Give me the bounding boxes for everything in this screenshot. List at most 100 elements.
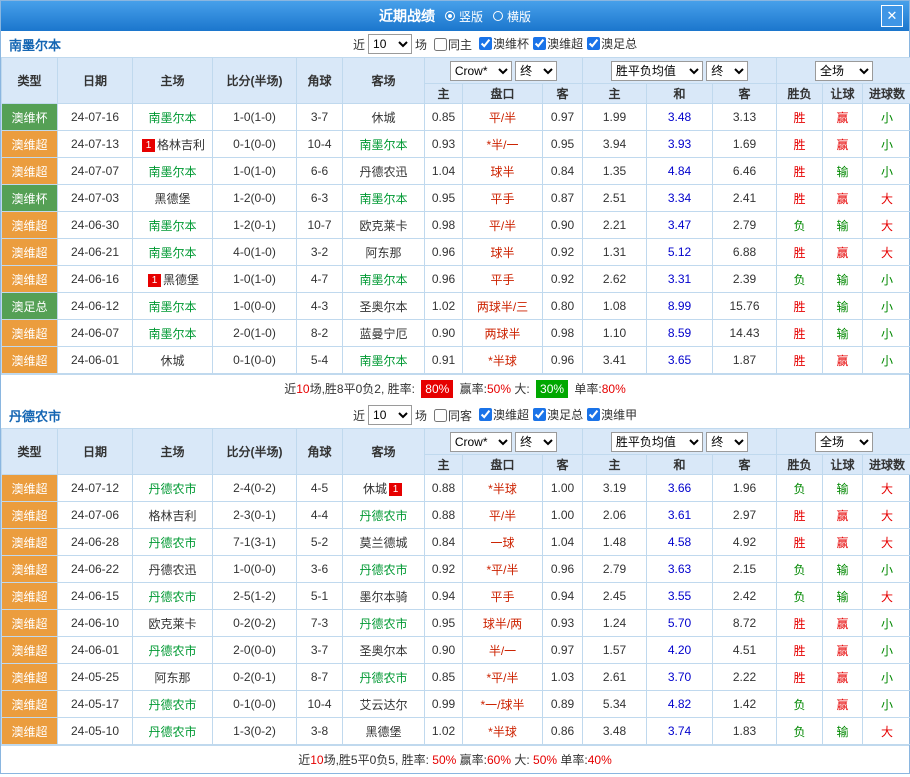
odds-time-select[interactable]: 终	[515, 61, 557, 81]
col-result: 胜负	[777, 84, 823, 104]
col-goals: 进球数	[863, 84, 910, 104]
avg-time-select[interactable]: 终	[706, 61, 748, 81]
home-team: 南墨尔本	[133, 293, 213, 320]
goals-over-under: 小	[863, 131, 910, 158]
league-checkbox[interactable]	[479, 37, 492, 50]
odds-away: 0.98	[543, 320, 583, 347]
same-venue-checkbox[interactable]	[434, 409, 447, 422]
layout-option-vertical[interactable]: 竖版	[445, 8, 483, 25]
table-header-row: 类型 日期 主场 比分(半场) 角球 客场 Crow* 终 胜平负均值 终	[2, 58, 910, 84]
summary-segment: 近	[298, 753, 310, 767]
match-row: 澳维超24-06-22丹德农迅1-0(0-0)3-6丹德农市0.92*平/半0.…	[2, 556, 910, 583]
league-checkbox[interactable]	[587, 408, 600, 421]
match-row: 澳维超24-07-12丹德农市2-4(0-2)4-5休城10.88*半球1.00…	[2, 475, 910, 502]
league-label: 澳维杯	[493, 35, 529, 52]
odds-home: 0.88	[425, 502, 463, 529]
handicap-line: 半/一	[463, 637, 543, 664]
col-corner: 角球	[297, 429, 343, 475]
league-type-badge: 澳维超	[2, 664, 58, 691]
scope-select[interactable]: 全场	[815, 61, 873, 81]
league-type-badge: 澳维超	[2, 502, 58, 529]
scope-header: 全场	[777, 429, 910, 455]
avg-source-header: 胜平负均值 终	[583, 58, 777, 84]
avg-away-odds: 15.76	[713, 293, 777, 320]
league-checkbox[interactable]	[533, 408, 546, 421]
score-halftime: 1-2(0-0)	[213, 185, 297, 212]
league-type-badge: 澳维杯	[2, 104, 58, 131]
summary-segment: 单率:	[557, 753, 588, 767]
league-type-badge: 澳维超	[2, 239, 58, 266]
summary-segment: 50%	[487, 382, 511, 396]
handicap-line: 一球	[463, 529, 543, 556]
corners: 3-7	[297, 104, 343, 131]
bookmaker-select[interactable]: Crow*	[450, 61, 512, 81]
goals-over-under: 大	[863, 583, 910, 610]
col-type: 类型	[2, 58, 58, 104]
avg-source-select[interactable]: 胜平负均值	[611, 432, 703, 452]
away-team: 丹德农迅	[343, 158, 425, 185]
away-team: 阿东那	[343, 239, 425, 266]
league-checkbox[interactable]	[479, 408, 492, 421]
win-loss-result: 胜	[777, 239, 823, 266]
league-filter-checkbox[interactable]: 澳维超	[475, 406, 529, 423]
col-score: 比分(半场)	[213, 58, 297, 104]
handicap-result: 赢	[823, 185, 863, 212]
home-team: 南墨尔本	[133, 104, 213, 131]
score-halftime: 7-1(3-1)	[213, 529, 297, 556]
odds-time-select[interactable]: 终	[515, 432, 557, 452]
handicap-result: 输	[823, 583, 863, 610]
league-checkbox[interactable]	[533, 37, 546, 50]
summary-segment: 80%	[421, 380, 453, 398]
matches-label: 场	[415, 407, 427, 424]
win-loss-result: 负	[777, 475, 823, 502]
avg-home-odds: 1.57	[583, 637, 647, 664]
league-filter-checkbox[interactable]: 澳维杯	[475, 35, 529, 52]
bookmaker-select[interactable]: Crow*	[450, 432, 512, 452]
corners: 4-4	[297, 502, 343, 529]
corners: 6-3	[297, 185, 343, 212]
scope-select[interactable]: 全场	[815, 432, 873, 452]
avg-time-select[interactable]: 终	[706, 432, 748, 452]
corners: 10-4	[297, 131, 343, 158]
home-team: 南墨尔本	[133, 212, 213, 239]
goals-over-under: 小	[863, 347, 910, 374]
league-filter-checkbox[interactable]: 澳维甲	[583, 406, 637, 423]
league-filter-checkbox[interactable]: 澳维超	[529, 35, 583, 52]
handicap-result: 输	[823, 475, 863, 502]
corners: 8-2	[297, 320, 343, 347]
match-date: 24-05-17	[58, 691, 133, 718]
recent-count-select[interactable]: 10	[368, 405, 412, 425]
league-filter-checkbox[interactable]: 澳足总	[529, 406, 583, 423]
score-halftime: 0-2(0-2)	[213, 610, 297, 637]
col-odds-away: 客	[543, 84, 583, 104]
avg-away-odds: 2.42	[713, 583, 777, 610]
avg-draw-odds: 3.31	[647, 266, 713, 293]
col-avg-home: 主	[583, 84, 647, 104]
league-type-badge: 澳维杯	[2, 185, 58, 212]
layout-option-horizontal[interactable]: 横版	[493, 8, 531, 25]
league-filter-checkbox[interactable]: 澳足总	[583, 35, 637, 52]
corners: 4-5	[297, 475, 343, 502]
recent-count-select[interactable]: 10	[368, 34, 412, 54]
same-venue-checkbox[interactable]	[434, 38, 447, 51]
match-date: 24-07-16	[58, 104, 133, 131]
avg-away-odds: 8.72	[713, 610, 777, 637]
recent-label: 近	[353, 36, 365, 53]
handicap-line: 平手	[463, 266, 543, 293]
avg-home-odds: 2.06	[583, 502, 647, 529]
col-avg-away: 客	[713, 84, 777, 104]
match-row: 澳维超24-07-131格林吉利0-1(0-0)10-4南墨尔本0.93*半/一…	[2, 131, 910, 158]
corners: 3-2	[297, 239, 343, 266]
same-venue-checkbox-label[interactable]: 同客	[430, 407, 472, 424]
avg-source-select[interactable]: 胜平负均值	[611, 61, 703, 81]
goals-over-under: 大	[863, 502, 910, 529]
same-venue-checkbox-label[interactable]: 同主	[430, 36, 472, 53]
summary-segment: 10	[310, 753, 323, 767]
win-loss-result: 胜	[777, 158, 823, 185]
summary-segment: 50%	[432, 753, 456, 767]
league-checkbox[interactable]	[587, 37, 600, 50]
match-date: 24-06-22	[58, 556, 133, 583]
close-button[interactable]: ✕	[881, 5, 903, 27]
avg-home-odds: 2.61	[583, 664, 647, 691]
win-loss-result: 胜	[777, 347, 823, 374]
